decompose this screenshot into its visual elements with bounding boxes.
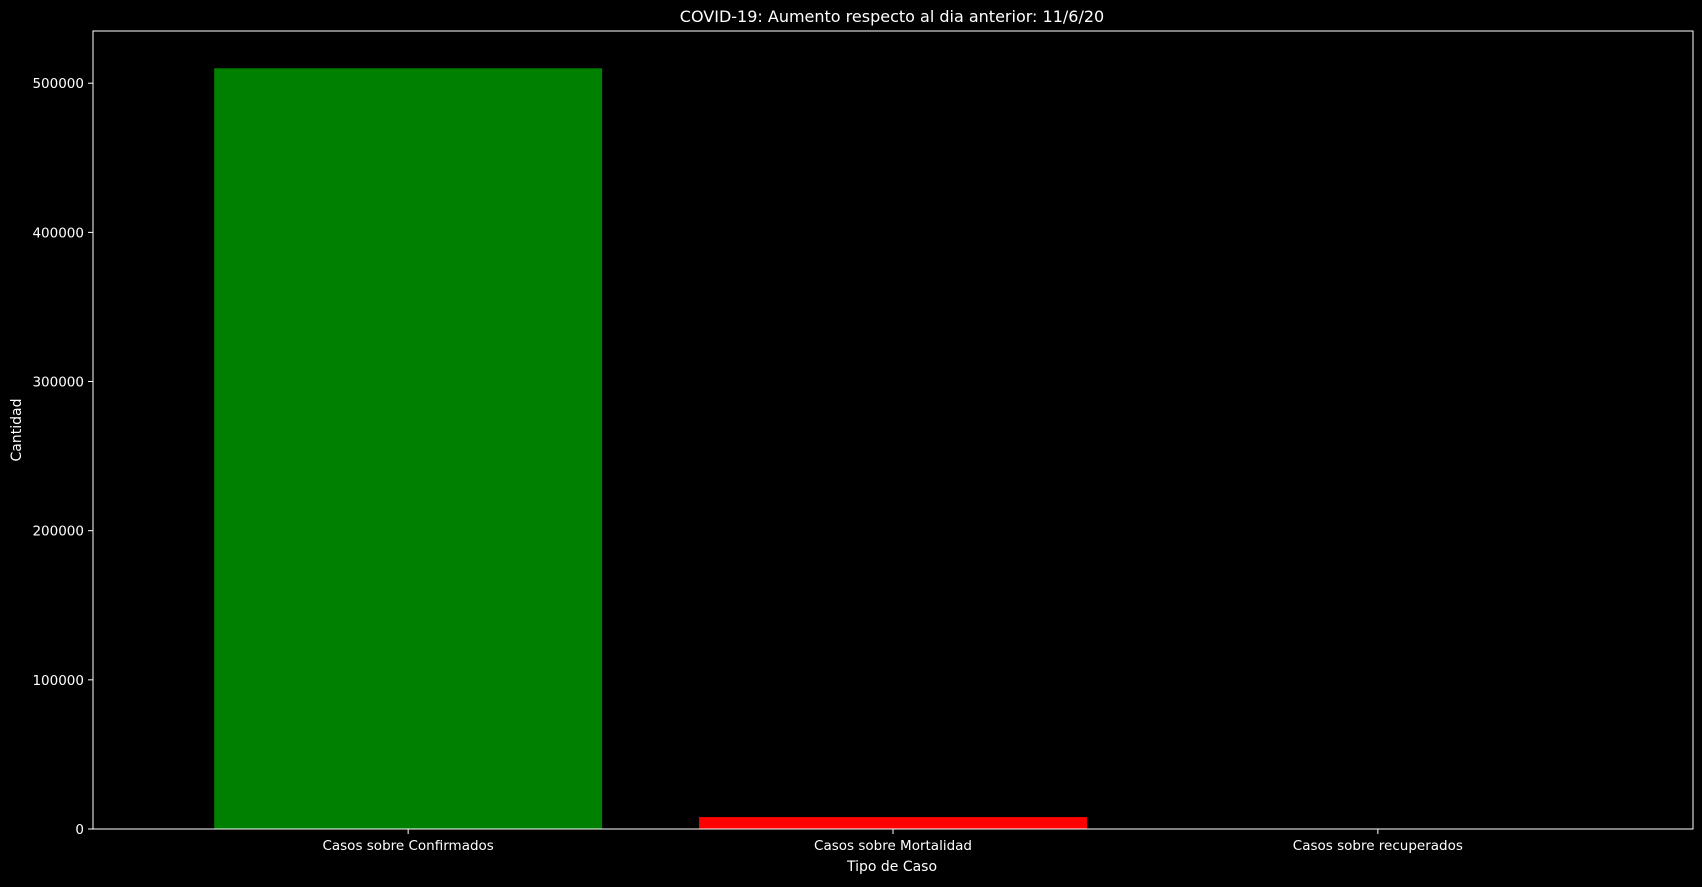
x-tick-label: Casos sobre recuperados: [1293, 838, 1463, 854]
x-tick-label: Casos sobre Confirmados: [322, 838, 493, 854]
y-tick-label: 100000: [32, 673, 84, 689]
y-tick-label: 400000: [32, 225, 84, 241]
bar-chart: COVID-19: Aumento respecto al dia anteri…: [0, 0, 1702, 883]
chart-title: COVID-19: Aumento respecto al dia anteri…: [680, 7, 1104, 26]
y-axis-label: Cantidad: [9, 399, 25, 462]
chart-container: COVID-19: Aumento respecto al dia anteri…: [0, 0, 1702, 883]
bar-2: [699, 817, 1087, 829]
bar-1: [214, 68, 603, 829]
x-axis-label: Tipo de Caso: [846, 859, 937, 875]
x-tick-label: Casos sobre Mortalidad: [814, 838, 972, 854]
y-tick-label: 500000: [32, 76, 84, 92]
y-tick-label: 200000: [32, 524, 84, 540]
y-tick-label: 300000: [32, 375, 84, 391]
y-tick-label: 0: [75, 822, 84, 838]
